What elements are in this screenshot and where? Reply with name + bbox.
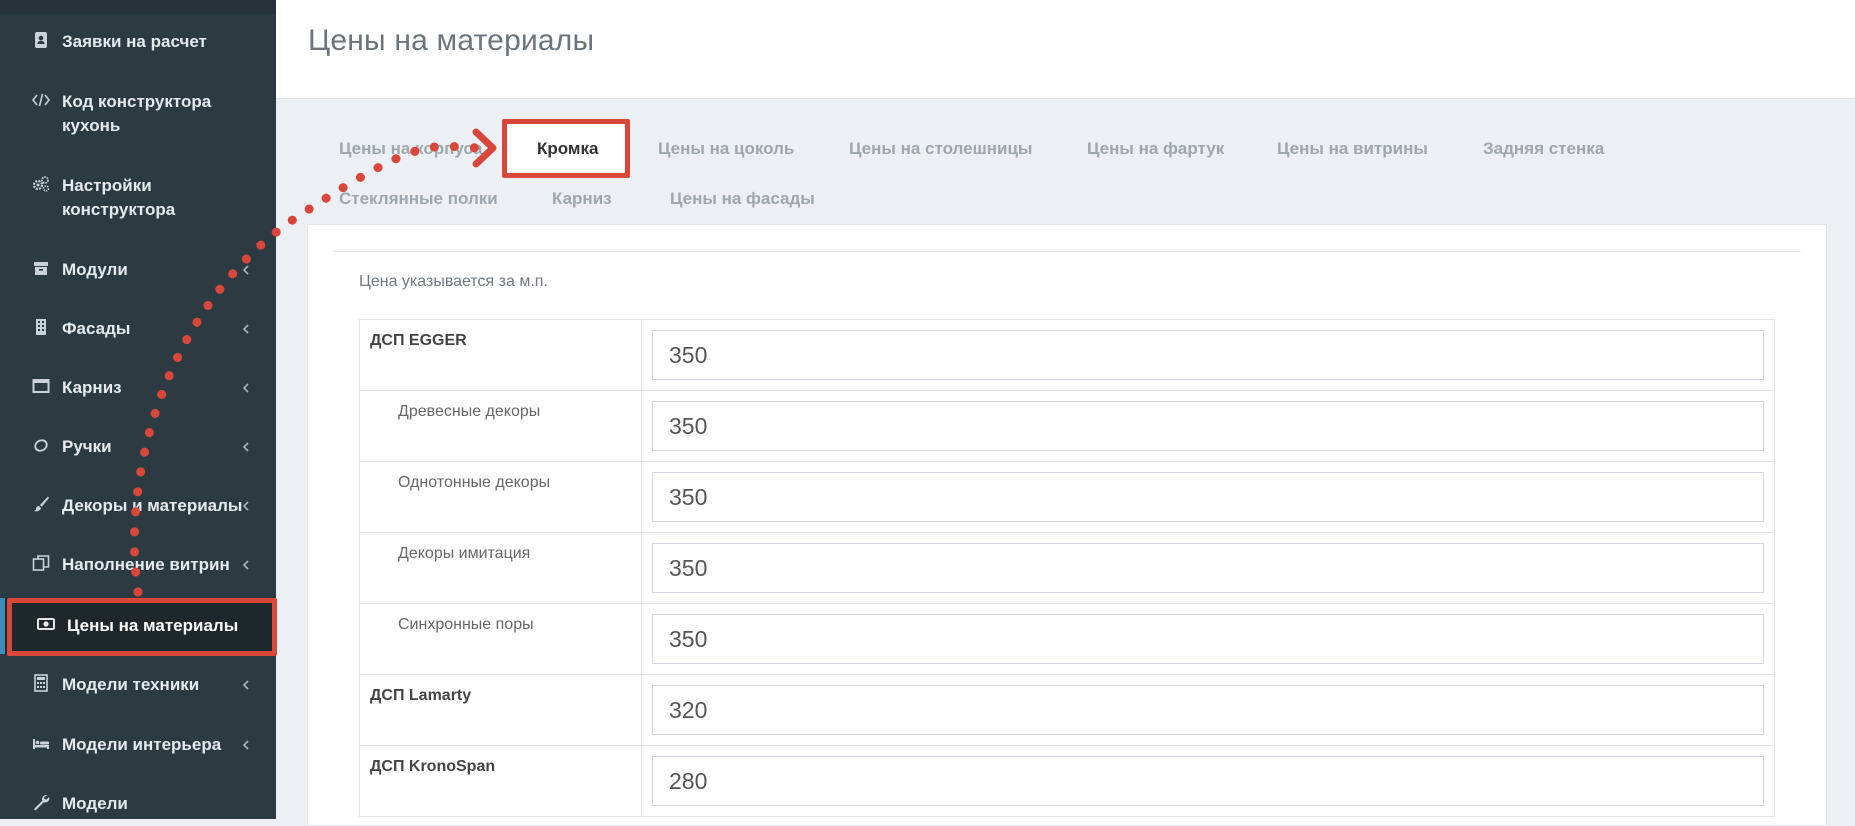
table-row: ДСП EGGER <box>359 319 1775 391</box>
tab-facade-prices[interactable]: Цены на фасады <box>670 189 815 209</box>
tab-back-wall[interactable]: Задняя стенка <box>1483 139 1604 159</box>
table-row: Однотонные декоры <box>359 461 1775 533</box>
paint-brush-icon <box>32 495 50 513</box>
sidebar-item-handles[interactable]: Ручки <box>0 435 276 459</box>
sidebar-active-highlight <box>7 598 277 656</box>
chevron-left-icon <box>240 676 252 694</box>
table-row: Древесные декоры <box>359 390 1775 462</box>
table-row: Декоры имитация <box>359 532 1775 604</box>
row-value-cell <box>641 319 1775 391</box>
bed-icon <box>32 734 50 752</box>
chevron-left-icon <box>240 497 252 515</box>
tab-active-highlight <box>502 119 630 178</box>
price-input[interactable] <box>652 685 1764 735</box>
chevron-left-icon <box>240 320 252 338</box>
row-name: ДСП KronoSpan <box>359 745 642 817</box>
window-icon <box>32 377 50 395</box>
sidebar-item-label: Карниз <box>62 378 122 397</box>
chevron-left-icon <box>240 736 252 754</box>
table-row: ДСП KronoSpan <box>359 745 1775 817</box>
price-input[interactable] <box>652 543 1764 593</box>
row-name: Однотонные декоры <box>359 461 642 533</box>
price-table: ДСП EGGER Древесные декоры Однотонные де… <box>359 319 1775 817</box>
sidebar-item-label: Наполнение витрин <box>62 555 230 574</box>
row-value-cell <box>641 674 1775 746</box>
row-name: ДСП Lamarty <box>359 674 642 746</box>
sidebar-item-models[interactable]: Модели <box>0 792 276 816</box>
sidebar-item-label: Ручки <box>62 437 112 456</box>
row-name: ДСП EGGER <box>359 319 642 391</box>
price-input[interactable] <box>652 401 1764 451</box>
content-panel: Цена указывается за м.п. ДСП EGGER Древе… <box>307 224 1827 826</box>
row-name: Декоры имитация <box>359 532 642 604</box>
price-input[interactable] <box>652 756 1764 806</box>
chevron-left-icon <box>240 261 252 279</box>
table-row: ДСП Lamarty <box>359 674 1775 746</box>
tab-body-prices[interactable]: Цены на корпуса <box>339 139 483 159</box>
chevron-left-icon <box>240 556 252 574</box>
sidebar-item-label: Модели техники <box>62 675 200 694</box>
sidebar-item-appliance-models[interactable]: Модели техники <box>0 673 276 697</box>
row-value-cell <box>641 745 1775 817</box>
row-name: Древесные декоры <box>359 390 642 462</box>
clone-icon <box>32 554 50 572</box>
price-unit-note: Цена указывается за м.п. <box>359 273 548 290</box>
tab-plinth-prices[interactable]: Цены на цоколь <box>658 139 794 159</box>
row-name: Синхронные поры <box>359 603 642 675</box>
sidebar-item-facades[interactable]: Фасады <box>0 317 276 341</box>
archive-icon <box>32 259 50 277</box>
sidebar-item-label: Модули <box>62 260 128 279</box>
row-value-cell <box>641 603 1775 675</box>
tab-glass-shelves[interactable]: Стеклянные полки <box>339 189 498 209</box>
price-input[interactable] <box>652 614 1764 664</box>
sidebar-item-interior-models[interactable]: Модели интерьера <box>0 733 276 757</box>
sidebar-item-label: Модели интерьера <box>62 735 222 754</box>
row-value-cell <box>641 532 1775 604</box>
sidebar-item-label: Модели <box>62 794 128 813</box>
sidebar-item-showcase-filling[interactable]: Наполнение витрин <box>0 553 276 577</box>
sidebar-item-modules[interactable]: Модули <box>0 258 276 282</box>
lemon-icon <box>32 436 50 454</box>
tab-bar: Цены на корпуса Кромка Цены на цоколь Це… <box>0 0 1855 230</box>
sidebar-item-cornice[interactable]: Карниз <box>0 376 276 400</box>
tab-cornice[interactable]: Карниз <box>552 189 612 209</box>
sidebar-item-decors-materials[interactable]: Декоры и материалы <box>0 494 276 518</box>
row-value-cell <box>641 461 1775 533</box>
tab-countertop-prices[interactable]: Цены на столешницы <box>849 139 1032 159</box>
tab-showcase-prices[interactable]: Цены на витрины <box>1277 139 1428 159</box>
building-icon <box>32 318 50 336</box>
sidebar-item-label: Декоры и материалы <box>62 496 243 515</box>
table-row: Синхронные поры <box>359 603 1775 675</box>
wrench-icon <box>32 793 50 811</box>
calculator-icon <box>32 674 50 692</box>
chevron-left-icon <box>240 379 252 397</box>
price-input[interactable] <box>652 472 1764 522</box>
panel-divider <box>333 251 1801 252</box>
chevron-left-icon <box>240 438 252 456</box>
tab-backsplash-prices[interactable]: Цены на фартук <box>1087 139 1224 159</box>
sidebar-item-label: Фасады <box>62 319 131 338</box>
row-value-cell <box>641 390 1775 462</box>
price-input[interactable] <box>652 330 1764 380</box>
